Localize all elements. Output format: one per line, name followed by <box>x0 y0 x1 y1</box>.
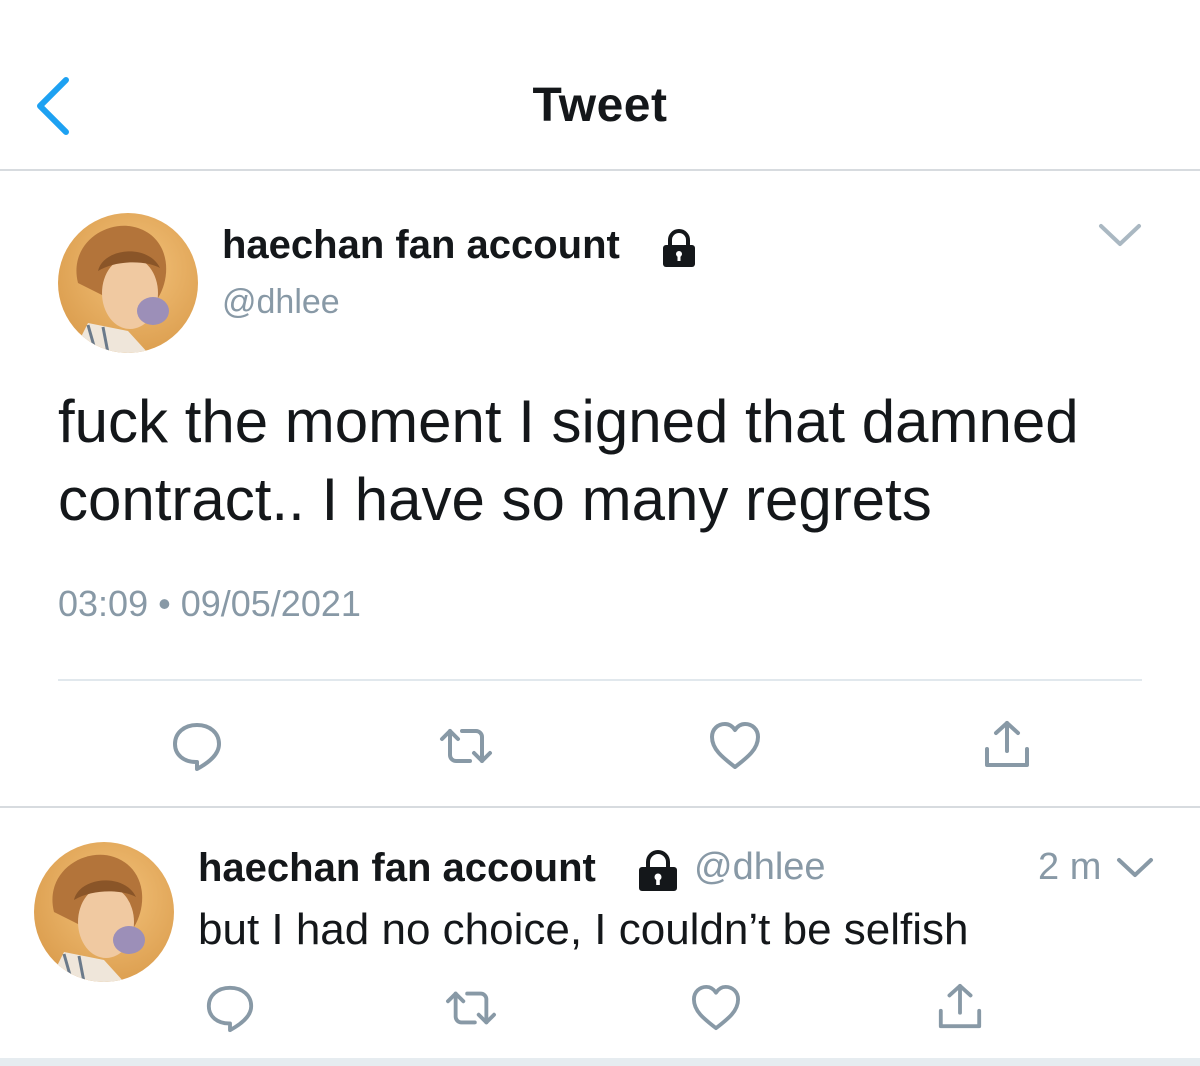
avatar[interactable] <box>34 842 174 982</box>
heart-icon <box>710 722 760 769</box>
share-button[interactable] <box>982 719 1032 771</box>
like-button[interactable] <box>708 721 762 771</box>
lock-icon <box>636 850 680 891</box>
nav-header: Tweet <box>0 0 1200 171</box>
tweet-time: 03:09 <box>58 583 149 624</box>
page-title: Tweet <box>532 79 668 132</box>
tweet-date: 09/05/2021 <box>180 583 361 624</box>
tweet-options-button[interactable] <box>1115 855 1155 881</box>
author-name[interactable]: haechan fan account <box>198 846 596 891</box>
share-icon <box>985 721 1029 767</box>
avatar[interactable] <box>58 213 198 353</box>
retweet-button[interactable] <box>444 984 498 1032</box>
reply-button[interactable] <box>204 982 256 1034</box>
tweet-text: but I had no choice, I couldn’t be selfi… <box>198 905 969 954</box>
tweet-options-button[interactable] <box>1097 220 1143 250</box>
main-tweet: haechan fan account @dhlee fuck the mome… <box>0 173 1200 807</box>
retweet-button[interactable] <box>438 721 494 771</box>
meta-separator: • <box>158 583 171 624</box>
divider <box>58 679 1142 681</box>
reply-icon <box>206 985 254 1033</box>
lock-icon <box>660 228 698 268</box>
like-button[interactable] <box>690 984 742 1032</box>
retweet-icon <box>446 991 496 1025</box>
share-button[interactable] <box>936 982 984 1032</box>
tweet-time: 2 m <box>1038 846 1102 888</box>
heart-icon <box>692 984 740 1031</box>
share-icon <box>938 983 982 1029</box>
author-handle[interactable]: @dhlee <box>222 283 340 322</box>
chevron-down-icon <box>1099 224 1141 246</box>
reply-tweet[interactable]: haechan fan account @dhlee 2 m but I had… <box>0 808 1200 1066</box>
chevron-down-icon <box>1117 858 1153 877</box>
reply-button[interactable] <box>170 719 224 773</box>
tweet-meta: 03:09 • 09/05/2021 <box>58 583 361 625</box>
tweet-text: fuck the moment I signed that damned con… <box>58 388 1079 533</box>
author-name[interactable]: haechan fan account <box>222 223 620 268</box>
retweet-icon <box>440 729 492 763</box>
reply-icon <box>173 723 221 771</box>
divider <box>0 1058 1200 1066</box>
tweet-detail-screen: Tweet haechan fan account @dhlee fuck th… <box>0 0 1200 1066</box>
author-handle[interactable]: @dhlee <box>694 846 826 889</box>
